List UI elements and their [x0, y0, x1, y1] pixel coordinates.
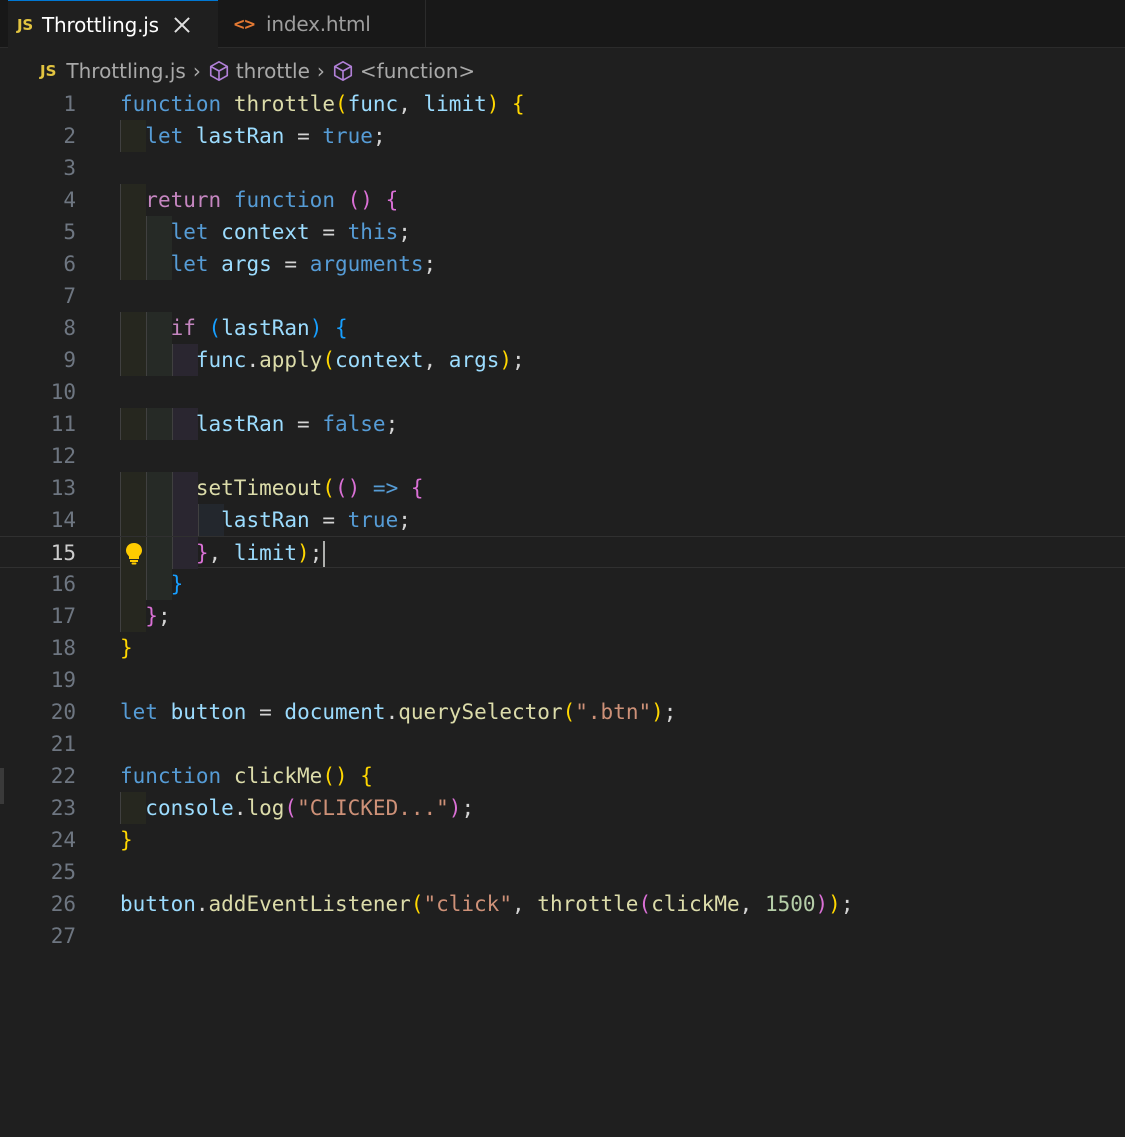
line-number[interactable]: 12 — [0, 440, 76, 472]
code-line[interactable]: 8 if (lastRan) { — [0, 312, 1125, 344]
code-line[interactable]: 6 let args = arguments; — [0, 248, 1125, 280]
cube-icon — [209, 61, 228, 81]
code-line[interactable]: 10 — [0, 376, 1125, 408]
tab-label: Throttling.js — [42, 13, 159, 37]
code-line[interactable]: 4 return function () { — [0, 184, 1125, 216]
line-number[interactable]: 1 — [0, 88, 76, 120]
tab-bar: JS Throttling.js <> index.html — [0, 0, 1125, 49]
line-number[interactable]: 16 — [0, 568, 76, 600]
code-line[interactable]: 13 setTimeout(() => { — [0, 472, 1125, 504]
code-text: setTimeout(() => { — [195, 476, 424, 500]
code-line[interactable]: 18} — [0, 632, 1125, 664]
code-line[interactable]: 17 }; — [0, 600, 1125, 632]
lightbulb-icon[interactable] — [124, 541, 144, 565]
code-line[interactable]: 26 button.addEventListener("click", throt… — [0, 888, 1125, 920]
line-number[interactable]: 22 — [0, 760, 76, 792]
code-text: function clickMe() { — [120, 764, 373, 788]
line-number[interactable]: 10 — [0, 376, 76, 408]
line-number[interactable]: 8 — [0, 312, 76, 344]
line-number[interactable]: 6 — [0, 248, 76, 280]
line-number[interactable]: 5 — [0, 216, 76, 248]
code-text: } — [170, 572, 184, 596]
line-number[interactable]: 11 — [0, 408, 76, 440]
code-line[interactable]: 3 — [0, 152, 1125, 184]
code-text: button.addEventListener("click", throttl… — [120, 892, 854, 916]
breadcrumb-symbol-function[interactable]: <function> — [360, 59, 475, 83]
javascript-file-icon: JS — [40, 62, 57, 80]
line-number[interactable]: 25 — [0, 856, 76, 888]
code-text: }; — [145, 604, 171, 628]
code-line[interactable]: 27 — [0, 920, 1125, 952]
code-line[interactable]: 7 — [0, 280, 1125, 312]
breadcrumb-symbol-throttle[interactable]: throttle — [236, 59, 310, 83]
code-text: func.apply(context, args); — [195, 348, 525, 372]
line-number[interactable]: 26 — [0, 888, 76, 920]
code-line[interactable]: 5 let context = this; — [0, 216, 1125, 248]
chevron-right-icon: › — [192, 59, 201, 83]
code-line[interactable]: 16 } — [0, 568, 1125, 600]
line-number[interactable]: 3 — [0, 152, 76, 184]
tab-index-html[interactable]: <> index.html — [218, 0, 426, 48]
text-cursor — [323, 541, 326, 567]
tab-throttling-js[interactable]: JS Throttling.js — [8, 0, 218, 49]
code-text: lastRan = false; — [195, 412, 399, 436]
line-number[interactable]: 4 — [0, 184, 76, 216]
code-line[interactable]: 25 — [0, 856, 1125, 888]
code-line[interactable]: 12 — [0, 440, 1125, 472]
line-number[interactable]: 23 — [0, 792, 76, 824]
code-text: let button = document.querySelector(".bt… — [120, 700, 677, 724]
line-number[interactable]: 14 — [0, 504, 76, 536]
line-number[interactable]: 20 — [0, 696, 76, 728]
code-text: function throttle(func, limit) { — [120, 92, 525, 116]
html-file-icon: <> — [233, 13, 255, 35]
code-line[interactable]: 23 console.log("CLICKED..."); — [0, 792, 1125, 824]
breadcrumb: JS Throttling.js › throttle › <function> — [0, 54, 1125, 88]
code-text: lastRan = true; — [221, 508, 411, 532]
code-text: let args = arguments; — [170, 252, 437, 276]
code-line[interactable]: 9 func.apply(context, args); — [0, 344, 1125, 376]
line-number[interactable]: 18 — [0, 632, 76, 664]
line-number[interactable]: 24 — [0, 824, 76, 856]
line-number[interactable]: 17 — [0, 600, 76, 632]
code-line[interactable]: 15 }, limit); — [0, 536, 1125, 569]
code-line[interactable]: 20 let button = document.querySelector(".… — [0, 696, 1125, 728]
code-line[interactable]: 22 function clickMe() { — [0, 760, 1125, 792]
cube-icon — [333, 61, 352, 81]
line-number[interactable]: 13 — [0, 472, 76, 504]
javascript-file-icon: JS — [17, 16, 33, 34]
code-text: return function () { — [145, 188, 399, 212]
code-line[interactable]: 1 function throttle(func, limit) { — [0, 88, 1125, 120]
code-text: } — [120, 828, 133, 852]
code-line[interactable]: 21 — [0, 728, 1125, 760]
code-text: } — [120, 636, 133, 660]
code-text: let lastRan = true; — [145, 124, 386, 148]
line-number[interactable]: 15 — [0, 537, 76, 569]
code-line[interactable]: 2 let lastRan = true; — [0, 120, 1125, 152]
code-line[interactable]: 11 lastRan = false; — [0, 408, 1125, 440]
code-editor[interactable]: 1 function throttle(func, limit) { 2 let l… — [0, 88, 1125, 1137]
line-number[interactable]: 7 — [0, 280, 76, 312]
close-icon[interactable] — [173, 16, 191, 34]
code-text: console.log("CLICKED..."); — [145, 796, 475, 820]
line-number[interactable]: 9 — [0, 344, 76, 376]
code-text: let context = this; — [170, 220, 411, 244]
tab-label: index.html — [266, 12, 371, 36]
code-text: if (lastRan) { — [170, 316, 348, 340]
line-number[interactable]: 19 — [0, 664, 76, 696]
breadcrumb-file[interactable]: Throttling.js — [66, 59, 185, 83]
code-line[interactable]: 19 — [0, 664, 1125, 696]
line-number[interactable]: 2 — [0, 120, 76, 152]
code-text: }, limit); — [120, 537, 326, 569]
line-number[interactable]: 21 — [0, 728, 76, 760]
chevron-right-icon: › — [316, 59, 325, 83]
code-line[interactable]: 24} — [0, 824, 1125, 856]
line-number[interactable]: 27 — [0, 920, 76, 952]
code-line[interactable]: 14 lastRan = true; — [0, 504, 1125, 536]
